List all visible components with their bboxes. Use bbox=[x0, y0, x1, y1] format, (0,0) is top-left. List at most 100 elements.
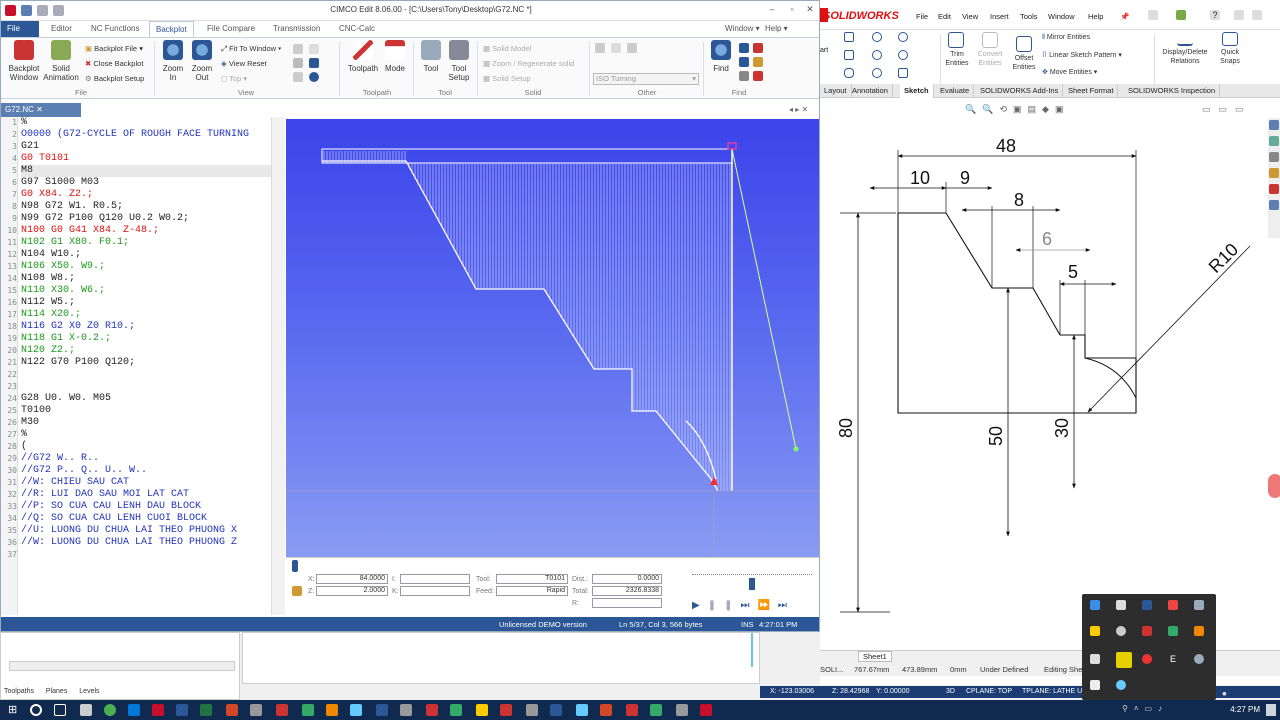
position-track[interactable] bbox=[692, 574, 812, 577]
code-line[interactable]: M30 bbox=[21, 417, 39, 429]
sw-menu-window[interactable]: Window bbox=[1048, 12, 1075, 21]
dim-48[interactable]: 48 bbox=[996, 136, 1016, 156]
dim-8[interactable]: 8 bbox=[1014, 190, 1024, 210]
machine-type-select[interactable]: ISO Turning ▾ bbox=[593, 73, 699, 85]
tab-backplot[interactable]: Backplot bbox=[149, 21, 194, 37]
code-line[interactable]: N106 X50. W9.; bbox=[21, 261, 105, 273]
view-mode-icons[interactable]: ● ● ● ● bbox=[1222, 687, 1278, 698]
tray-app-icon[interactable] bbox=[1090, 600, 1100, 610]
code-line[interactable]: N98 G72 W1. R0.5; bbox=[21, 201, 123, 213]
code-line[interactable]: ( bbox=[21, 441, 27, 453]
dot-icon[interactable]: ● bbox=[1222, 689, 1231, 698]
code-line[interactable]: O0000 (G72-CYCLE OF ROUGH FACE TURNING bbox=[21, 129, 249, 141]
backplot-viewport[interactable] bbox=[286, 119, 819, 557]
fit-to-window-button[interactable]: ⤢ Fit To Window ▾ bbox=[221, 44, 281, 54]
tab-file[interactable]: File bbox=[1, 21, 39, 37]
tray-game-icon[interactable] bbox=[1142, 626, 1152, 636]
tab-nc-functions[interactable]: NC Functions bbox=[85, 21, 145, 37]
tray-selected-icon[interactable] bbox=[1116, 652, 1132, 668]
zoom-in-button[interactable]: Zoom In bbox=[159, 40, 187, 82]
tray-record-icon[interactable] bbox=[1142, 654, 1152, 664]
app-icon-7[interactable] bbox=[400, 704, 412, 716]
code-line[interactable]: N100 G0 G41 X84. Z-48.; bbox=[21, 225, 159, 237]
sw-tab-addins[interactable]: SOLIDWORKS Add-Ins bbox=[976, 84, 1064, 98]
zoom-regenerate-button[interactable]: ▦ Zoom / Regenerate solid bbox=[483, 59, 574, 68]
tab-transmission[interactable]: Transmission bbox=[267, 21, 326, 37]
excel-icon[interactable] bbox=[200, 704, 212, 716]
code-editor[interactable]: % O0000 (G72-CYCLE OF ROUGH FACE TURNING G… bbox=[19, 117, 271, 615]
app-icon-16[interactable] bbox=[626, 704, 638, 716]
close-icon[interactable]: ✕ bbox=[801, 4, 819, 16]
mail-icon[interactable] bbox=[80, 704, 92, 716]
notification-icon[interactable] bbox=[1266, 704, 1276, 716]
find-tools[interactable] bbox=[739, 43, 769, 83]
sw-menu-help[interactable]: Help bbox=[1088, 12, 1103, 21]
app-icon-6[interactable] bbox=[376, 704, 388, 716]
tool-button[interactable]: Tool bbox=[417, 40, 445, 73]
other-tools[interactable] bbox=[595, 43, 641, 55]
edge-icon[interactable] bbox=[128, 704, 140, 716]
sw-menu-view[interactable]: View bbox=[962, 12, 978, 21]
tab-file-compare[interactable]: File Compare bbox=[201, 21, 261, 37]
step-icon[interactable]: ⏭ bbox=[740, 600, 757, 611]
tray-icons[interactable]: ⚲˄▭♪ bbox=[1122, 704, 1192, 716]
home-icon[interactable] bbox=[1269, 120, 1279, 130]
app-icon-8[interactable] bbox=[426, 704, 438, 716]
code-line[interactable]: N104 W10.; bbox=[21, 249, 81, 261]
code-line[interactable]: //P: SO CUA CAU LENH DAU BLOCK bbox=[21, 501, 201, 513]
task-view-icon[interactable] bbox=[54, 704, 66, 716]
code-line[interactable]: //W: CHIEU SAU CAT bbox=[21, 477, 129, 489]
code-line[interactable]: //Q: SO CUA CAU LENH CUOI BLOCK bbox=[21, 513, 207, 525]
convert-entities-button[interactable]: Convert Entities bbox=[974, 32, 1006, 68]
app-icon-5[interactable] bbox=[350, 704, 362, 716]
sw-drawing-canvas[interactable]: 🔍🔍⟲▣▤◆▣ ▭▭▭ 48 10 9 8 6 5 R10 80 50 30 bbox=[820, 98, 1280, 650]
tab-nav-arrows[interactable]: ◂ ▸ ✕ bbox=[789, 105, 808, 114]
undo-icon[interactable] bbox=[37, 5, 48, 16]
code-line[interactable]: G0 X84. Z2.; bbox=[21, 189, 93, 201]
speed-slider[interactable] bbox=[292, 560, 298, 572]
display-relations-button[interactable]: Display/Delete Relations bbox=[1158, 32, 1212, 66]
volume-icon[interactable]: ♪ bbox=[1158, 704, 1168, 713]
app-icon-11[interactable] bbox=[500, 704, 512, 716]
sw-tab-evaluate[interactable]: Evaluate bbox=[936, 84, 975, 98]
tool-setup-button[interactable]: Tool Setup bbox=[445, 40, 473, 82]
code-line[interactable]: //G72 W.. R.. bbox=[21, 453, 99, 465]
code-line[interactable]: N112 W5.; bbox=[21, 297, 75, 309]
chrome-icon[interactable] bbox=[104, 704, 116, 716]
dim-9[interactable]: 9 bbox=[960, 168, 970, 188]
app-icon-12[interactable] bbox=[526, 704, 538, 716]
tray-lock-icon[interactable] bbox=[1090, 680, 1100, 690]
mirror-entities-button[interactable]: ⫴ Mirror Entities bbox=[1042, 34, 1090, 42]
code-line[interactable]: N116 G2 X0 Z0 R10.; bbox=[21, 321, 135, 333]
tray-yellow-icon[interactable] bbox=[1090, 626, 1100, 636]
code-line[interactable]: //W: LUONG DU CHUA LAI THEO PHUONG Z bbox=[21, 537, 237, 549]
solid-animation-button[interactable]: Solid Animation bbox=[43, 40, 79, 82]
dim-50[interactable]: 50 bbox=[986, 426, 1006, 446]
tray-monitor-icon[interactable] bbox=[1142, 600, 1152, 610]
trim-entities-button[interactable]: Trim Entities bbox=[942, 32, 972, 68]
find-button[interactable]: Find bbox=[707, 40, 735, 73]
tab-cnc-calc[interactable]: CNC-Calc bbox=[333, 21, 381, 37]
resources-icon[interactable] bbox=[1269, 136, 1279, 146]
save-icon[interactable] bbox=[21, 5, 32, 16]
pin-icon[interactable]: 📌 bbox=[1120, 12, 1129, 21]
smart-dimension-fragment[interactable]: art bbox=[820, 46, 828, 55]
offset-entities-button[interactable]: Offset Entities bbox=[1008, 36, 1040, 72]
backplot-setup-button[interactable]: ⚙ Backplot Setup bbox=[85, 74, 144, 83]
app-icon-19[interactable] bbox=[700, 704, 712, 716]
toolpath-button[interactable]: Toolpath bbox=[345, 40, 381, 73]
code-line[interactable]: % bbox=[21, 429, 27, 441]
app-icon-18[interactable] bbox=[676, 704, 688, 716]
print-icon[interactable] bbox=[53, 5, 64, 16]
minimize-icon[interactable]: – bbox=[763, 4, 781, 16]
code-line[interactable]: N122 G70 P100 Q120; bbox=[21, 357, 135, 369]
maximize-icon[interactable]: ▫ bbox=[783, 4, 801, 16]
help-menu[interactable]: Help ▾ bbox=[759, 21, 794, 37]
cimco-task-icon[interactable] bbox=[152, 704, 164, 716]
app-icon-14[interactable] bbox=[576, 704, 588, 716]
code-line[interactable]: G97 S1000 M03 bbox=[21, 177, 99, 189]
code-line[interactable]: N102 G1 X80. F0.1; bbox=[21, 237, 129, 249]
solid-setup-button[interactable]: ▦ Solid Setup bbox=[483, 74, 531, 83]
solid-model-button[interactable]: ▦ Solid Model bbox=[483, 44, 531, 53]
linear-pattern-button[interactable]: ⠿ Linear Sketch Pattern ▾ bbox=[1042, 51, 1122, 59]
